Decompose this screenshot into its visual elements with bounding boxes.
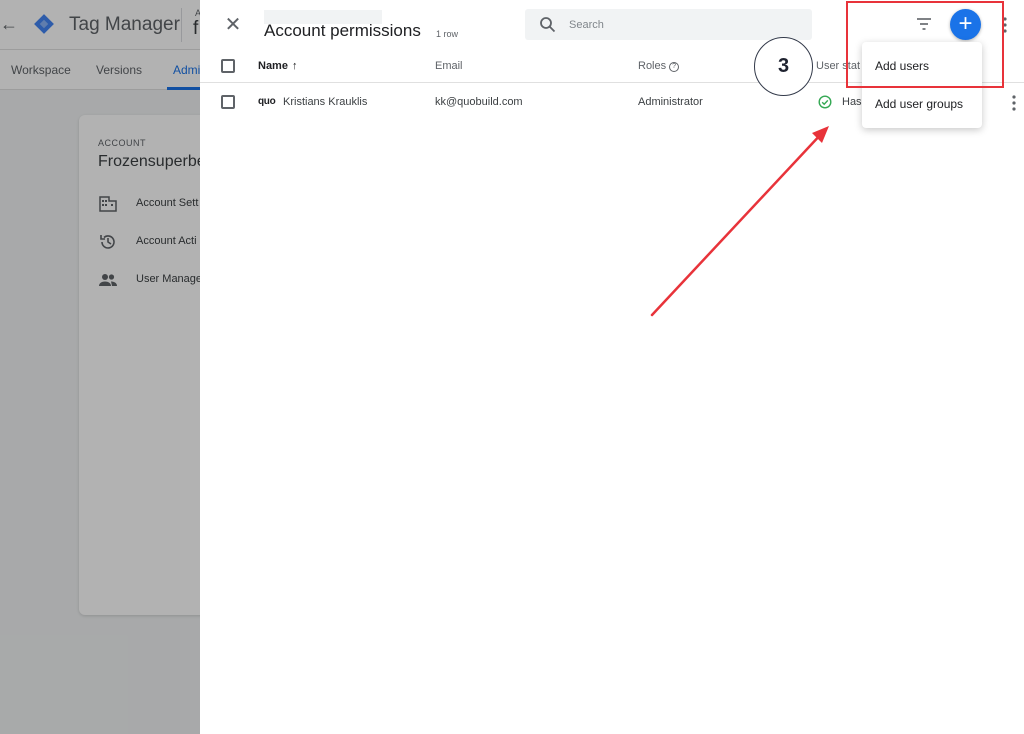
step-number-badge: 3	[754, 37, 813, 96]
search-bar[interactable]	[525, 9, 812, 40]
user-status: Has	[842, 96, 862, 108]
column-header-email[interactable]: Email	[435, 60, 463, 72]
row-checkbox[interactable]	[221, 95, 235, 109]
close-icon[interactable]: ✕	[222, 14, 244, 36]
search-icon	[540, 17, 556, 33]
help-icon[interactable]: ?	[669, 62, 680, 72]
column-header-roles-label: Roles	[638, 60, 667, 72]
row-count: 1 row	[436, 29, 459, 39]
column-header-name-label: Name	[258, 60, 288, 72]
user-email: kk@quobuild.com	[435, 96, 523, 108]
row-more-options-icon[interactable]	[1010, 93, 1018, 113]
column-header-roles[interactable]: Roles?	[638, 60, 680, 72]
menu-item-add-user-groups[interactable]: Add user groups	[862, 86, 982, 122]
sort-ascending-icon: ↑	[291, 60, 298, 72]
user-role: Administrator	[638, 96, 703, 108]
highlight-box	[846, 1, 1004, 88]
avatar: quo	[258, 96, 276, 107]
page-title: Account permissions	[264, 21, 421, 40]
select-all-checkbox[interactable]	[221, 59, 235, 73]
search-input[interactable]	[569, 9, 799, 40]
annotation-arrow	[650, 126, 829, 317]
check-circle-icon	[818, 95, 832, 109]
column-header-name[interactable]: Name ↑	[258, 60, 297, 72]
account-permissions-panel: ✕ Account permissions 1 row + Name↑ Emai…	[200, 0, 1024, 734]
user-name: Kristians Krauklis	[283, 96, 368, 108]
